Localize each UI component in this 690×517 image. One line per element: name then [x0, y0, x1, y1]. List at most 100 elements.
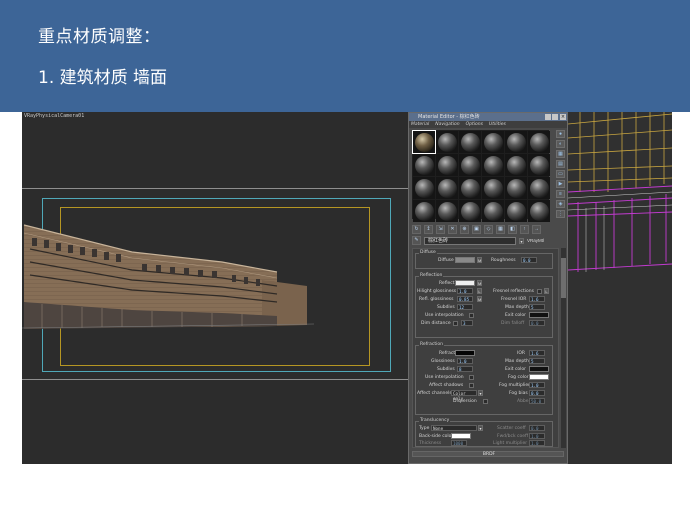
- hilight-glossiness-spinner[interactable]: 1.0: [457, 288, 473, 294]
- put-to-scene-icon[interactable]: ↥: [424, 225, 433, 234]
- name-dropdown-arrow[interactable]: ▾: [519, 237, 524, 244]
- material-effects-icon[interactable]: ◇: [484, 225, 493, 234]
- material-slot[interactable]: [505, 177, 527, 199]
- reflect-color-swatch[interactable]: [455, 280, 475, 286]
- roughness-spinner[interactable]: 0.0: [521, 257, 537, 263]
- dim-falloff-spinner[interactable]: 0.0: [529, 320, 545, 326]
- refl-exit-color-swatch[interactable]: [529, 312, 549, 318]
- dispersion-checkbox[interactable]: [483, 399, 488, 404]
- refr-use-interpolation-checkbox[interactable]: [469, 375, 474, 380]
- refl-subdivs-spinner[interactable]: 12: [457, 304, 473, 310]
- diffuse-color-swatch[interactable]: [455, 257, 475, 263]
- refr-glossiness-spinner[interactable]: 1.0: [457, 358, 473, 364]
- make-unique-icon[interactable]: ⊕: [460, 225, 469, 234]
- backlight-icon[interactable]: ◐: [556, 140, 565, 148]
- material-slot[interactable]: [482, 200, 504, 222]
- thickness-spinner[interactable]: 1000: [451, 440, 467, 446]
- minimize-button[interactable]: [552, 114, 558, 120]
- material-slot[interactable]: [505, 154, 527, 176]
- show-map-icon[interactable]: ▦: [496, 225, 505, 234]
- map-navigator-icon[interactable]: ⋮: [556, 210, 565, 218]
- material-slot[interactable]: [482, 131, 504, 153]
- material-slot[interactable]: [459, 154, 481, 176]
- select-by-material-icon[interactable]: ◈: [556, 200, 565, 208]
- material-slot[interactable]: [505, 200, 527, 222]
- fog-bias-spinner[interactable]: 0.0: [529, 390, 545, 396]
- material-editor-window[interactable]: Material Editor - 棕红色砖 × Material Naviga…: [408, 112, 568, 464]
- material-slot[interactable]: [528, 154, 550, 176]
- material-slot[interactable]: [436, 131, 458, 153]
- fwd-bck-coeff-spinner[interactable]: 1.0: [529, 433, 545, 439]
- translucency-type-arrow[interactable]: ▾: [478, 425, 483, 431]
- video-check-icon[interactable]: ▭: [556, 170, 565, 178]
- fog-color-swatch[interactable]: [529, 374, 549, 380]
- menu-material[interactable]: Material: [411, 121, 429, 128]
- params-scrollbar[interactable]: [561, 248, 566, 448]
- material-slot[interactable]: [482, 177, 504, 199]
- menu-navigation[interactable]: Navigation: [435, 121, 459, 128]
- refl-max-depth-spinner[interactable]: 5: [529, 304, 545, 310]
- refr-subdivs-spinner[interactable]: 8: [457, 366, 473, 372]
- material-name-field[interactable]: 棕红色砖: [424, 236, 516, 245]
- fresnel-ior-spinner[interactable]: 1.6: [529, 296, 545, 302]
- pick-material-icon[interactable]: ✎: [412, 236, 421, 245]
- get-material-icon[interactable]: ↻: [412, 225, 421, 234]
- dim-distance-spinner[interactable]: 3: [461, 320, 473, 326]
- make-preview-icon[interactable]: ▶: [556, 180, 565, 188]
- refr-max-depth-spinner[interactable]: 5: [529, 358, 545, 364]
- close-button[interactable]: ×: [560, 114, 566, 120]
- material-slot[interactable]: [436, 177, 458, 199]
- ior-spinner[interactable]: 1.6: [529, 350, 545, 356]
- editor-titlebar[interactable]: Material Editor - 棕红色砖 ×: [409, 113, 567, 121]
- light-multiplier-spinner[interactable]: 1.0: [529, 440, 545, 446]
- diffuse-map-button[interactable]: M: [477, 257, 482, 263]
- translucency-type-dropdown[interactable]: None: [431, 425, 477, 431]
- material-slot[interactable]: [459, 200, 481, 222]
- back-side-color-swatch[interactable]: [451, 433, 471, 439]
- material-slot[interactable]: [412, 130, 436, 154]
- scatter-coeff-spinner[interactable]: 0.0: [529, 425, 545, 431]
- menu-utilities[interactable]: Utilities: [489, 121, 506, 128]
- material-slot[interactable]: [413, 154, 435, 176]
- affect-shadows-checkbox[interactable]: [469, 383, 474, 388]
- material-slot[interactable]: [528, 177, 550, 199]
- material-slot[interactable]: [459, 131, 481, 153]
- hilight-lock-button[interactable]: L: [477, 288, 482, 294]
- affect-channels-arrow[interactable]: ▾: [478, 390, 483, 396]
- material-slot[interactable]: [436, 200, 458, 222]
- refr-exit-color-swatch[interactable]: [529, 366, 549, 372]
- background-icon[interactable]: ▦: [556, 150, 565, 158]
- menu-options[interactable]: Options: [466, 121, 483, 128]
- assign-to-selection-icon[interactable]: ⇲: [436, 225, 445, 234]
- go-parent-icon[interactable]: ↑: [520, 225, 529, 234]
- scrollbar-thumb[interactable]: [561, 258, 566, 298]
- refl-glossiness-spinner[interactable]: 0.85: [457, 296, 473, 302]
- refl-use-interpolation-checkbox[interactable]: [469, 313, 474, 318]
- material-slot[interactable]: [459, 177, 481, 199]
- material-slot[interactable]: [505, 131, 527, 153]
- show-end-result-icon[interactable]: ◧: [508, 225, 517, 234]
- abbe-spinner[interactable]: 50.0: [529, 398, 545, 404]
- put-to-library-icon[interactable]: ▣: [472, 225, 481, 234]
- refl-glossiness-map-button[interactable]: M: [477, 296, 482, 302]
- material-slot[interactable]: [413, 200, 435, 222]
- wireframe-viewport[interactable]: [568, 112, 672, 464]
- reflect-map-button[interactable]: M: [477, 280, 482, 286]
- options-icon[interactable]: ≡: [556, 190, 565, 198]
- reset-map-icon[interactable]: ✕: [448, 225, 457, 234]
- brdf-rollout-bar[interactable]: BRDF: [412, 451, 564, 457]
- uv-tiling-icon[interactable]: ▤: [556, 160, 565, 168]
- material-slot[interactable]: [436, 154, 458, 176]
- material-slot[interactable]: [413, 177, 435, 199]
- material-slot[interactable]: [528, 131, 550, 153]
- material-slot[interactable]: [482, 154, 504, 176]
- refract-color-swatch[interactable]: [455, 350, 475, 356]
- camera-viewport[interactable]: VRayPhysicalCamera01: [22, 112, 408, 464]
- maximize-button[interactable]: [545, 114, 551, 120]
- dim-distance-checkbox[interactable]: [453, 321, 458, 326]
- material-type-button[interactable]: VRayMtl: [527, 237, 544, 245]
- affect-channels-dropdown[interactable]: Color only: [451, 390, 477, 401]
- material-slot[interactable]: [528, 200, 550, 222]
- fresnel-lock-button[interactable]: L: [544, 288, 549, 294]
- fog-multiplier-spinner[interactable]: 1.0: [529, 382, 545, 388]
